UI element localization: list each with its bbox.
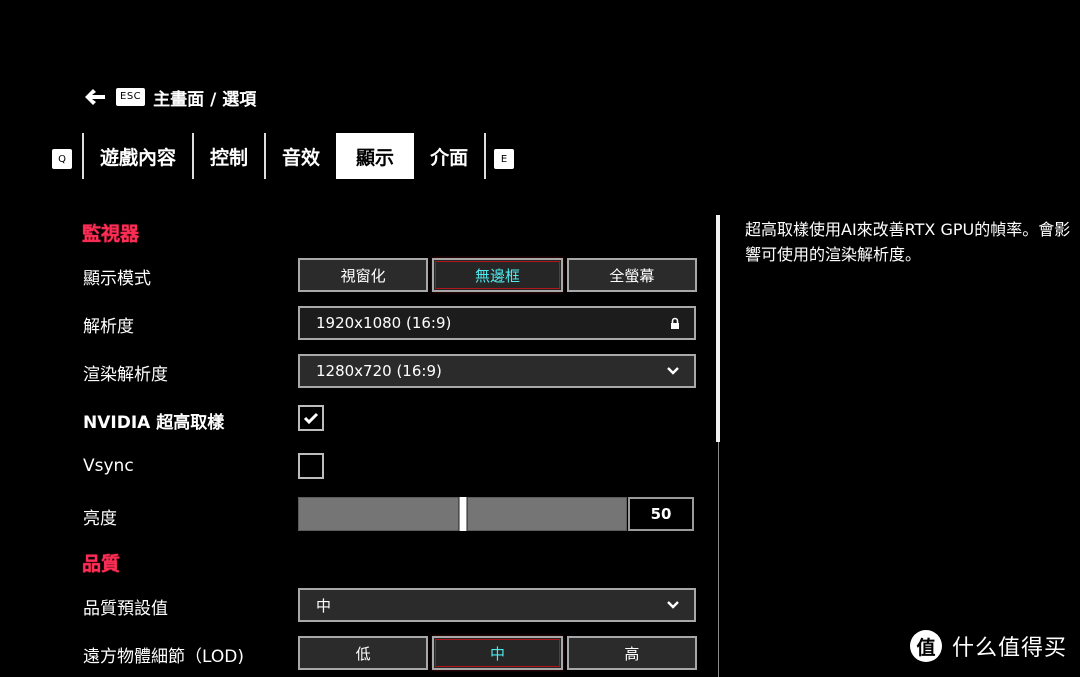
tab-controls[interactable]: 控制 [194, 133, 264, 179]
lock-icon [671, 317, 679, 329]
vsync-checkbox[interactable] [298, 453, 324, 479]
lod-high[interactable]: 高 [566, 636, 697, 670]
render-resolution-dropdown[interactable]: 1280x720 (16:9) [298, 354, 696, 388]
tab-divider [484, 133, 487, 179]
lod-medium[interactable]: 中 [432, 636, 563, 670]
chevron-down-icon [667, 367, 679, 375]
section-title-quality: 品質 [82, 553, 121, 575]
brightness-slider[interactable] [298, 497, 627, 531]
tab-bar: Q 遊戲內容 控制 音效 顯示 介面 E [52, 133, 515, 179]
arrow-left-icon [85, 89, 105, 105]
breadcrumb: ESC 主畫面 / 選項 [84, 84, 256, 110]
resolution-field: 1920x1080 (16:9) [298, 306, 696, 340]
render-resolution-label: 渲染解析度 [83, 365, 168, 385]
watermark-text: 什么值得买 [952, 636, 1068, 661]
brightness-slider-handle[interactable] [458, 497, 467, 531]
brightness-label: 亮度 [83, 509, 117, 529]
section-title-monitor: 監視器 [82, 223, 140, 245]
nvidia-upscaling-label: NVIDIA 超高取樣 [83, 413, 225, 433]
brightness-value[interactable]: 50 [628, 497, 694, 531]
prev-tab-key[interactable]: Q [52, 149, 72, 169]
quality-preset-label: 品質預設值 [83, 599, 168, 619]
lod-selector: 低 中 高 [298, 636, 697, 670]
chevron-down-icon [667, 601, 679, 609]
next-tab-key[interactable]: E [494, 149, 515, 169]
back-button[interactable] [84, 88, 106, 106]
tab-game-content[interactable]: 遊戲內容 [84, 133, 192, 179]
scrollbar-thumb[interactable] [716, 215, 720, 442]
nvidia-upscaling-checkbox[interactable] [298, 405, 324, 431]
lod-label: 遠方物體細節（LOD) [83, 647, 244, 667]
display-mode-label: 顯示模式 [83, 269, 151, 289]
watermark: 值 什么值得买 [910, 630, 1067, 662]
render-resolution-value: 1280x720 (16:9) [316, 362, 442, 380]
tab-interface[interactable]: 介面 [414, 133, 484, 179]
tab-display[interactable]: 顯示 [336, 133, 415, 179]
breadcrumb-path: 主畫面 / 選項 [153, 89, 257, 110]
display-mode-selector: 視窗化 無邊框 全螢幕 [298, 258, 697, 292]
display-mode-borderless[interactable]: 無邊框 [432, 258, 563, 292]
setting-description: 超高取樣使用AI來改善RTX GPU的幀率。會影響可使用的渲染解析度。 [745, 220, 1071, 264]
esc-key-badge[interactable]: ESC [116, 88, 146, 106]
display-mode-windowed[interactable]: 視窗化 [298, 258, 429, 292]
display-mode-fullscreen[interactable]: 全螢幕 [566, 258, 697, 292]
lod-low[interactable]: 低 [298, 636, 429, 670]
quality-preset-value: 中 [316, 596, 332, 615]
vsync-label: Vsync [83, 456, 134, 476]
resolution-label: 解析度 [83, 317, 134, 337]
watermark-logo-icon: 值 [910, 630, 942, 662]
resolution-value: 1920x1080 (16:9) [316, 314, 452, 332]
tab-audio[interactable]: 音效 [266, 133, 336, 179]
checkmark-icon [303, 412, 319, 424]
quality-preset-dropdown[interactable]: 中 [298, 588, 696, 622]
